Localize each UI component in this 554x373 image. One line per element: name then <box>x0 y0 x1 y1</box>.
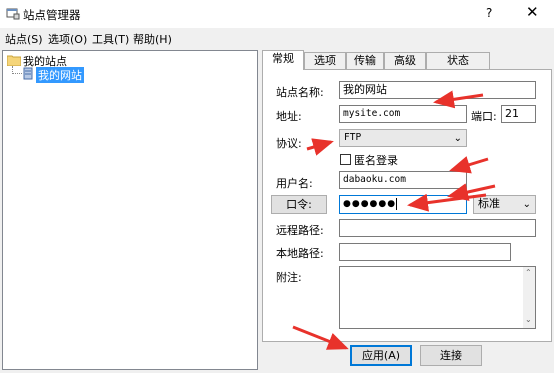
address-label: 地址: <box>276 110 302 123</box>
anonymous-login-checkbox[interactable] <box>340 154 351 165</box>
username-label: 用户名: <box>276 177 313 190</box>
password-mode-select[interactable]: 标准 ⌄ <box>473 195 536 214</box>
tab-status[interactable]: 状态 <box>426 52 490 69</box>
anonymous-login-label: 匿名登录 <box>354 154 398 167</box>
password-button[interactable]: 口令: <box>271 195 327 214</box>
notes-textarea[interactable] <box>339 266 536 329</box>
tree-connector <box>12 73 22 74</box>
close-button[interactable]: ✕ <box>526 3 539 21</box>
server-icon <box>23 67 33 80</box>
password-value: ●●●●●● <box>343 199 397 209</box>
tab-transfer[interactable]: 传输 <box>346 52 384 69</box>
tab-options[interactable]: 选项 <box>304 52 346 69</box>
password-mode-value: 标准 <box>478 197 500 210</box>
help-button[interactable]: ? <box>486 6 492 20</box>
protocol-select[interactable]: FTP ⌄ <box>339 129 467 147</box>
password-input[interactable]: ●●●●●● <box>339 195 467 214</box>
menu-help[interactable]: 帮助(H) <box>133 31 172 47</box>
protocol-value: FTP <box>344 132 362 143</box>
notes-label: 附注: <box>276 271 302 284</box>
tab-advanced[interactable]: 高级 <box>384 52 426 69</box>
username-input[interactable]: dabaoku.com <box>339 171 467 189</box>
menu-site[interactable]: 站点(S) <box>5 31 43 47</box>
folder-icon <box>7 55 21 66</box>
connect-button[interactable]: 连接 <box>420 345 482 366</box>
local-path-input[interactable] <box>339 243 511 261</box>
text-cursor <box>396 197 398 210</box>
chevron-down-icon: ⌄ <box>453 133 462 144</box>
local-path-label: 本地路径: <box>276 247 324 260</box>
title-bar <box>0 0 554 28</box>
remote-path-input[interactable] <box>339 219 536 237</box>
site-manager-icon <box>6 8 20 20</box>
menu-tools[interactable]: 工具(T) <box>92 31 129 47</box>
address-input[interactable]: mysite.com <box>339 105 467 123</box>
site-tree[interactable] <box>2 50 258 370</box>
remote-path-label: 远程路径: <box>276 224 324 237</box>
site-name-input[interactable]: 我的网站 <box>339 81 536 99</box>
chevron-down-icon: ⌄ <box>522 199 531 210</box>
port-label: 端口: <box>471 110 497 123</box>
scroll-up-icon[interactable]: ⌃ <box>525 268 532 277</box>
site-name-label: 站点名称: <box>276 86 324 99</box>
tree-item-my-website[interactable]: 我的网站 <box>36 67 84 83</box>
port-input[interactable]: 21 <box>501 105 536 123</box>
apply-button[interactable]: 应用(A) <box>350 345 412 366</box>
tab-general[interactable]: 常规 <box>262 50 304 70</box>
scroll-down-icon[interactable]: ⌄ <box>525 315 532 324</box>
protocol-label: 协议: <box>276 137 302 150</box>
menu-options[interactable]: 选项(O) <box>48 31 87 47</box>
window-title: 站点管理器 <box>23 8 81 22</box>
